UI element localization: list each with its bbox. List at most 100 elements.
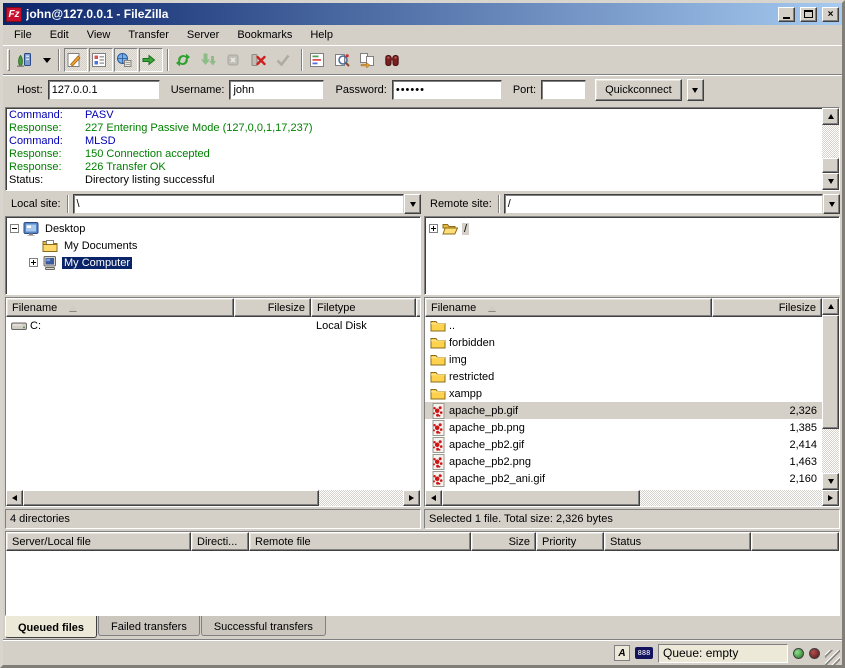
- message-log-vscrollbar[interactable]: [822, 108, 839, 190]
- host-input[interactable]: [48, 80, 160, 100]
- toggle-remote-tree-button[interactable]: [114, 48, 138, 72]
- scroll-thumb[interactable]: [442, 490, 640, 506]
- queue-column-size[interactable]: Size: [471, 532, 536, 551]
- scroll-down-button[interactable]: [822, 173, 839, 190]
- menu-bookmarks[interactable]: Bookmarks: [228, 27, 301, 44]
- minimize-button[interactable]: [778, 7, 795, 22]
- remote-site-dropdown-button[interactable]: [823, 194, 840, 214]
- cancel-operation-button[interactable]: [223, 48, 247, 72]
- quickconnect-dropdown-button[interactable]: [687, 79, 704, 101]
- column-header-l[interactable]: L: [416, 298, 420, 317]
- local-site-combobox[interactable]: \: [73, 194, 421, 214]
- tree-item-label[interactable]: /: [462, 223, 469, 235]
- find-files-button[interactable]: [382, 48, 406, 72]
- quickconnect-button[interactable]: Quickconnect: [595, 79, 682, 101]
- reconnect-button[interactable]: [273, 48, 297, 72]
- toggle-queue-button[interactable]: [139, 48, 163, 72]
- remote-site-value[interactable]: /: [504, 194, 823, 214]
- titlebar[interactable]: Fz john@127.0.0.1 - FileZilla ×: [3, 3, 842, 25]
- menu-view[interactable]: View: [78, 27, 120, 44]
- disconnect-button[interactable]: [248, 48, 272, 72]
- queue-column-priority[interactable]: Priority: [536, 532, 604, 551]
- tab-failed-transfers[interactable]: Failed transfers: [98, 616, 200, 636]
- tab-queued-files[interactable]: Queued files: [5, 616, 97, 638]
- scroll-track[interactable]: [822, 315, 839, 473]
- scroll-left-button[interactable]: [6, 490, 23, 506]
- scroll-thumb[interactable]: [23, 490, 319, 506]
- site-manager-dropdown-button[interactable]: [39, 48, 54, 72]
- column-header-filetype[interactable]: Filetype: [311, 298, 416, 317]
- tree-item-desktop[interactable]: Desktop: [10, 220, 420, 237]
- file-row-apache-pb2.png[interactable]: apache_pb2.png1,463: [425, 453, 822, 470]
- resize-grip[interactable]: [825, 650, 840, 665]
- site-manager-button[interactable]: [14, 48, 38, 72]
- local-site-dropdown-button[interactable]: [404, 194, 421, 214]
- close-button[interactable]: ×: [822, 7, 839, 22]
- file-row-apache-pb.gif[interactable]: apache_pb.gif2,326: [425, 402, 822, 419]
- column-header-filesize[interactable]: Filesize: [712, 298, 822, 317]
- collapse-icon[interactable]: [10, 224, 19, 233]
- queue-column-server-local-file[interactable]: Server/Local file: [6, 532, 191, 551]
- toggle-message-log-button[interactable]: [64, 48, 88, 72]
- tree-item-label[interactable]: My Computer: [62, 257, 132, 269]
- remote-hscrollbar[interactable]: [425, 490, 839, 506]
- filesize-cell: 1,463: [712, 453, 822, 470]
- expand-icon[interactable]: [429, 224, 438, 233]
- toggle-local-tree-button[interactable]: [89, 48, 113, 72]
- scroll-down-button[interactable]: [822, 473, 839, 490]
- password-input[interactable]: [392, 80, 502, 100]
- queue-column-remote-file[interactable]: Remote file: [249, 532, 471, 551]
- scroll-up-button[interactable]: [822, 108, 839, 125]
- remote-vscrollbar[interactable]: [822, 298, 839, 490]
- toolbar-grip[interactable]: [7, 49, 10, 71]
- file-row-forbidden[interactable]: forbidden: [425, 334, 822, 351]
- process-queue-button[interactable]: [198, 48, 222, 72]
- menu-transfer[interactable]: Transfer: [119, 27, 178, 44]
- maximize-button[interactable]: [800, 7, 817, 22]
- tree-item--[interactable]: /: [429, 220, 839, 237]
- port-input[interactable]: [541, 80, 586, 100]
- username-input[interactable]: [229, 80, 324, 100]
- scroll-track[interactable]: [822, 125, 839, 173]
- column-header-filesize[interactable]: Filesize: [234, 298, 311, 317]
- refresh-button[interactable]: [173, 48, 197, 72]
- menu-server[interactable]: Server: [178, 27, 228, 44]
- tree-item-label[interactable]: My Documents: [62, 240, 139, 252]
- file-row-apache-pb2-ani.gif[interactable]: apache_pb2_ani.gif2,160: [425, 470, 822, 487]
- scroll-up-button[interactable]: [822, 298, 839, 315]
- remote-site-combobox[interactable]: /: [504, 194, 840, 214]
- local-hscrollbar[interactable]: [6, 490, 420, 506]
- tree-item-my-documents[interactable]: My Documents: [10, 237, 420, 254]
- scroll-right-button[interactable]: [403, 490, 420, 506]
- scroll-thumb[interactable]: [822, 315, 839, 429]
- menu-file[interactable]: File: [5, 27, 41, 44]
- scroll-thumb[interactable]: [822, 158, 839, 173]
- column-header-filename[interactable]: Filename: [6, 298, 234, 317]
- tree-item-my-computer[interactable]: My Computer: [10, 254, 420, 271]
- scroll-track[interactable]: [23, 490, 403, 506]
- tab-successful-transfers[interactable]: Successful transfers: [201, 616, 326, 636]
- queue-column-status[interactable]: Status: [604, 532, 751, 551]
- scroll-track[interactable]: [442, 490, 822, 506]
- local-site-value[interactable]: \: [73, 194, 404, 214]
- file-row-apache-pb.png[interactable]: apache_pb.png1,385: [425, 419, 822, 436]
- expand-icon[interactable]: [29, 258, 38, 267]
- file-row-c-[interactable]: C:Local Disk: [6, 317, 420, 334]
- file-row-restricted[interactable]: restricted: [425, 368, 822, 385]
- scroll-right-button[interactable]: [822, 490, 839, 506]
- file-row-img[interactable]: img: [425, 351, 822, 368]
- queue-column-blank[interactable]: [751, 532, 839, 551]
- directory-listing-filter-button[interactable]: [307, 48, 331, 72]
- file-row-xampp[interactable]: xampp: [425, 385, 822, 402]
- scroll-left-button[interactable]: [425, 490, 442, 506]
- queue-body[interactable]: [6, 551, 839, 615]
- column-header-filename[interactable]: Filename: [425, 298, 712, 317]
- directory-comparison-button[interactable]: [332, 48, 356, 72]
- file-row-..[interactable]: ..: [425, 317, 822, 334]
- file-row-apache-pb2.gif[interactable]: apache_pb2.gif2,414: [425, 436, 822, 453]
- menu-edit[interactable]: Edit: [41, 27, 78, 44]
- queue-column-directi-[interactable]: Directi...: [191, 532, 249, 551]
- synchronized-browsing-button[interactable]: [357, 48, 381, 72]
- menu-help[interactable]: Help: [301, 27, 342, 44]
- tree-item-label[interactable]: Desktop: [43, 223, 87, 235]
